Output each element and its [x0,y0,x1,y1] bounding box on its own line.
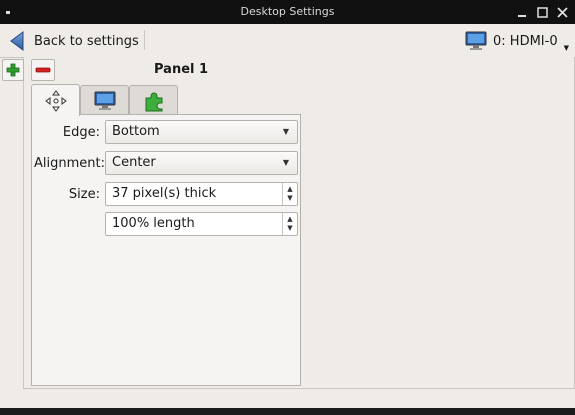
alignment-value: Center [112,155,156,170]
spin-up-icon[interactable]: ▲ [287,185,292,194]
toolbar: Back to settings 0: HDMI-0 ▼ [0,24,575,58]
back-arrow-icon [10,31,24,51]
spin-arrows[interactable]: ▲ ▼ [282,183,297,205]
monitor-label: 0: HDMI-0 [493,33,558,49]
spin-arrows[interactable]: ▲ ▼ [282,213,297,235]
window-bottom-border [0,408,575,415]
edge-label: Edge: [62,125,100,140]
minimize-icon[interactable] [515,5,529,19]
chevron-down-icon: ▼ [282,158,289,167]
remove-panel-button[interactable] [31,59,55,81]
alignment-combo[interactable]: Center ▼ [105,151,298,175]
move-arrows-icon [44,89,67,112]
chevron-down-icon: ▼ [563,44,569,52]
window-controls [515,0,569,24]
spin-down-icon[interactable]: ▼ [287,224,292,233]
puzzle-piece-icon [145,92,162,111]
spin-down-icon[interactable]: ▼ [287,194,292,203]
maximize-icon[interactable] [535,5,549,19]
chevron-down-icon: ▼ [282,127,289,136]
tab-display[interactable] [80,85,129,115]
window-menu-icon[interactable] [6,11,10,14]
size-value: 37 pixel(s) thick [112,186,217,201]
edge-combo[interactable]: Bottom ▼ [105,120,298,144]
length-value: 100% length [112,216,195,231]
monitor-icon [465,31,487,50]
add-panel-button[interactable] [2,59,24,81]
spin-up-icon[interactable]: ▲ [287,215,292,224]
edge-value: Bottom [112,124,160,139]
tab-applets[interactable] [129,85,178,115]
window-title: Desktop Settings [240,5,335,18]
titlebar: Desktop Settings [0,0,575,24]
size-label: Size: [68,187,100,202]
back-label: Back to settings [34,33,139,49]
monitor-selector[interactable]: 0: HDMI-0 ▼ [465,28,569,54]
plus-icon [6,63,20,77]
desktop-settings-window: Desktop Settings Back to settings 0: HDM… [0,0,575,415]
length-spinbox[interactable]: 100% length ▲ ▼ [105,212,298,236]
tab-position[interactable] [31,84,80,116]
monitor-icon [94,91,115,110]
alignment-label: Alignment: [34,156,105,171]
size-spinbox[interactable]: 37 pixel(s) thick ▲ ▼ [105,182,298,206]
back-button[interactable]: Back to settings [8,29,139,53]
minus-icon [35,67,51,73]
tab-pane-position: Edge: Bottom ▼ Alignment: Center ▼ Size:… [31,114,301,386]
panel-title: Panel 1 [154,62,209,77]
close-icon[interactable] [555,5,569,19]
toolbar-separator [144,30,145,50]
